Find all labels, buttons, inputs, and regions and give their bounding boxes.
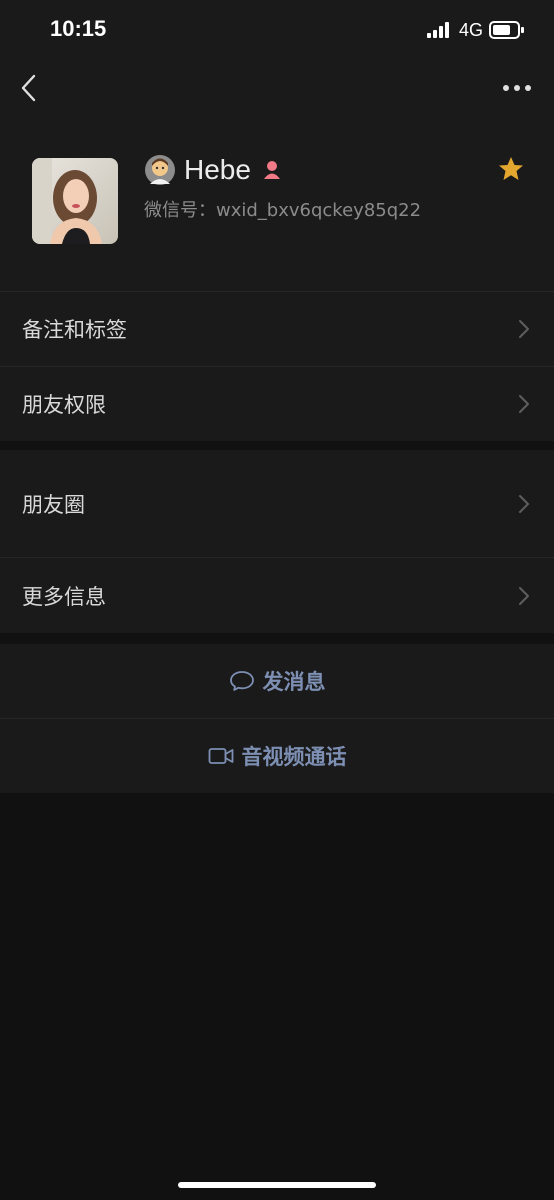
home-indicator	[178, 1182, 376, 1188]
avatar[interactable]	[32, 158, 118, 244]
video-call-label: 音视频通话	[241, 745, 347, 769]
status-time: 10:15	[50, 16, 107, 41]
row-label: 备注和标签	[22, 318, 127, 342]
chevron-right-icon	[519, 320, 529, 338]
row-more-info[interactable]: 更多信息	[0, 558, 554, 633]
wechat-id: 微信号：wxid_bxv6qckey85q22	[144, 200, 422, 221]
row-remarks-tags[interactable]: 备注和标签	[0, 292, 554, 366]
row-label: 更多信息	[22, 584, 106, 609]
chevron-right-icon	[519, 395, 529, 413]
contact-name: Hebe	[184, 154, 251, 185]
nav-bar	[0, 60, 554, 118]
chevron-left-icon[interactable]	[14, 72, 46, 104]
person-emoji-icon	[145, 155, 175, 185]
status-bar: 10:15 4G	[0, 0, 554, 60]
settings-group-2: 朋友圈 更多信息	[0, 450, 554, 633]
send-message-label: 发消息	[262, 670, 326, 694]
chevron-right-icon	[519, 494, 529, 513]
video-call-button[interactable]: 音视频通话	[0, 719, 554, 793]
row-label: 朋友圈	[22, 492, 85, 517]
row-moments[interactable]: 朋友圈	[0, 450, 554, 557]
name-row: Hebe	[144, 150, 283, 190]
send-message-button[interactable]: 发消息	[0, 644, 554, 718]
female-icon	[263, 161, 280, 179]
profile-header: Hebe 微信号：wxid_bxv6qckey85q22	[0, 118, 554, 291]
row-label: 朋友权限	[22, 393, 106, 417]
network-label: 4G	[459, 20, 484, 40]
signal-icon	[427, 22, 449, 38]
settings-group-1: 备注和标签 朋友权限	[0, 291, 554, 441]
star-icon[interactable]	[498, 156, 524, 182]
battery-icon	[489, 21, 524, 39]
more-dots-icon[interactable]	[498, 74, 536, 102]
video-camera-icon	[208, 748, 233, 764]
row-friend-permissions[interactable]: 朋友权限	[0, 367, 554, 441]
chat-bubble-icon	[229, 671, 254, 691]
chevron-right-icon	[519, 586, 529, 605]
